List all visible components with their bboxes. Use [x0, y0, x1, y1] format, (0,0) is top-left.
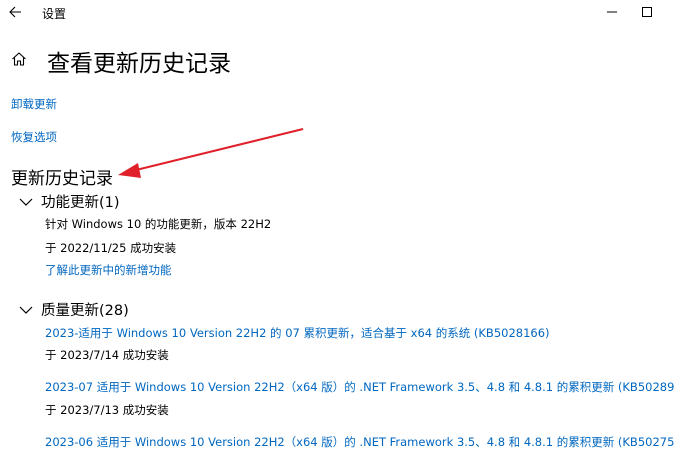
page-title: 查看更新历史记录	[47, 51, 231, 77]
chevron-down-icon[interactable]	[19, 305, 33, 315]
feature-update-name: 针对 Windows 10 的功能更新，版本 22H2	[45, 217, 272, 231]
update-history-heading: 更新历史记录	[11, 169, 113, 189]
home-button[interactable]	[11, 51, 29, 69]
quality-updates-group-title[interactable]: 质量更新(28)	[41, 299, 129, 320]
uninstall-updates-link[interactable]: 卸载更新	[11, 96, 57, 112]
back-button[interactable]	[8, 4, 24, 20]
feature-update-learn-more-link[interactable]: 了解此更新中的新增功能	[45, 262, 172, 278]
quality-update-link[interactable]: 2023-07 适用于 Windows 10 Version 22H2（x64 …	[45, 379, 675, 395]
minimize-icon	[607, 11, 617, 13]
recovery-options-link[interactable]: 恢复选项	[11, 129, 57, 145]
back-arrow-icon	[9, 6, 21, 18]
quality-update-status: 于 2023/7/13 成功安装	[45, 403, 169, 417]
quality-update-link[interactable]: 2023-适用于 Windows 10 Version 22H2 的 07 累积…	[45, 325, 550, 341]
minimize-button[interactable]	[592, 0, 632, 24]
window-title: 设置	[42, 7, 67, 21]
quality-update-link[interactable]: 2023-06 适用于 Windows 10 Version 22H2（x64 …	[45, 434, 675, 450]
home-icon	[12, 52, 26, 66]
chevron-down-icon[interactable]	[19, 197, 33, 207]
feature-updates-group-title[interactable]: 功能更新(1)	[41, 191, 120, 212]
maximize-button[interactable]	[627, 0, 667, 24]
quality-update-status: 于 2023/7/14 成功安装	[45, 348, 169, 362]
feature-update-status: 于 2022/11/25 成功安装	[45, 241, 177, 255]
maximize-icon	[642, 7, 652, 17]
